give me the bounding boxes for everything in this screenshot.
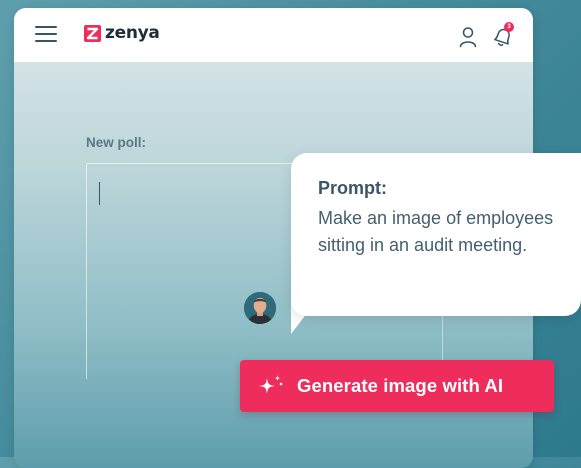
logo-text: zenya: [105, 23, 160, 43]
text-cursor: [99, 182, 100, 205]
prompt-bubble: Prompt: Make an image of employees sitti…: [291, 153, 581, 316]
avatar[interactable]: [244, 292, 276, 324]
sparkle-icon: [259, 375, 283, 394]
generate-image-button[interactable]: Generate image with AI: [240, 360, 554, 412]
generate-button-label: Generate image with AI: [297, 375, 504, 396]
poll-label: New poll:: [86, 135, 146, 150]
top-bar: zenya 3: [14, 8, 533, 62]
prompt-title: Prompt:: [318, 178, 387, 198]
user-icon[interactable]: [458, 26, 478, 48]
person-avatar-icon: [244, 292, 276, 324]
zenya-logo-icon: [84, 24, 101, 42]
notification-badge: 3: [504, 22, 514, 32]
prompt-text: Make an image of employees sitting in an…: [318, 208, 554, 255]
menu-icon[interactable]: [35, 26, 57, 44]
logo[interactable]: zenya: [84, 23, 160, 43]
notifications-button[interactable]: 3: [490, 22, 516, 50]
